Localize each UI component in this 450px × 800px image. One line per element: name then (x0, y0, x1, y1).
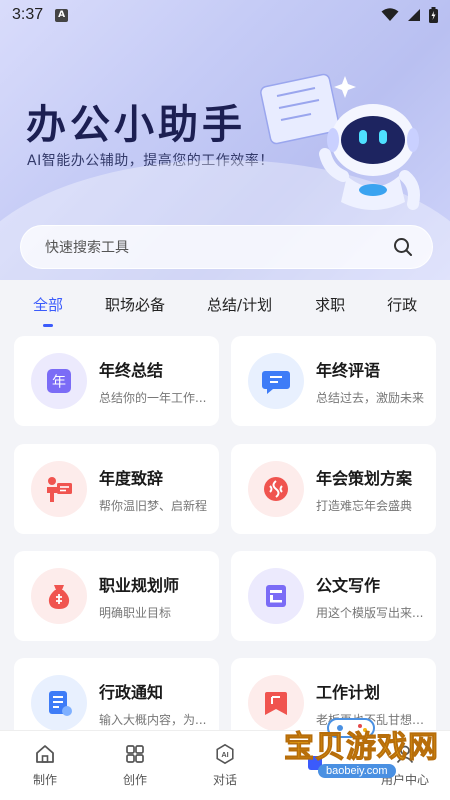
tab-summary-plan[interactable]: 总结/计划 (207, 294, 272, 315)
tab-admin[interactable]: 行政 (387, 294, 417, 315)
card-title: 行政通知 (99, 682, 164, 702)
nav-label: 对话 (212, 773, 237, 787)
robot-mascot-icon (260, 73, 420, 210)
year-calendar-icon: 年 (31, 353, 87, 409)
grid-icon (124, 743, 146, 765)
card-description: 输入大概内容，为... (99, 712, 207, 727)
tab-all[interactable]: 全部 (33, 294, 63, 315)
card-title: 年度致辞 (99, 468, 164, 488)
battery-icon (429, 7, 438, 23)
app-subtitle: AI智能办公辅助，提高您的工作效率！ (27, 153, 274, 169)
notification-icon: A (55, 8, 69, 22)
tab-job-hunting[interactable]: 求职 (315, 294, 345, 315)
svg-text:AI: AI (221, 750, 228, 759)
speech-podium-icon (31, 461, 87, 517)
watermark-text: 宝贝游戏网 (284, 730, 439, 766)
card-title: 年终评语 (316, 360, 381, 380)
card-description: 用这个模版写出来... (316, 605, 424, 620)
watermark-url: baobeiy.com (318, 764, 396, 778)
tool-card-career-planner[interactable]: 职业规划师 明确职业目标 (14, 551, 219, 641)
home-icon (34, 743, 56, 765)
wifi-icon (381, 8, 399, 21)
app-title: 办公小助手 (26, 102, 246, 148)
celebration-icon (248, 461, 304, 517)
comment-icon (248, 353, 304, 409)
status-bar: 3:37 A (0, 0, 450, 30)
watermark-logo: 宝贝游戏网 baobeiy.com (268, 718, 450, 796)
card-description: 帮你温旧梦、启新程 (99, 498, 208, 513)
status-time: 3:37 (12, 6, 44, 23)
tool-card-year-comment[interactable]: 年终评语 总结过去，激励未来 (231, 336, 436, 426)
card-title: 年会策划方案 (316, 468, 413, 488)
search-input[interactable]: 快速搜索工具 (45, 237, 392, 257)
tool-card-year-summary[interactable]: 年 年终总结 总结你的一年工作... (14, 336, 219, 426)
document-icon (248, 568, 304, 624)
category-tabs: 全部 职场必备 总结/计划 求职 行政 (0, 280, 450, 330)
career-bag-icon (31, 568, 87, 624)
card-title: 年终总结 (99, 360, 164, 380)
tool-card-annual-party[interactable]: 年会策划方案 打造难忘年会盛典 (231, 444, 436, 534)
card-title: 公文写作 (316, 575, 381, 595)
nav-create[interactable]: 创作 (90, 731, 180, 800)
notice-icon (31, 675, 87, 731)
tool-card-annual-speech[interactable]: 年度致辞 帮你温旧梦、启新程 (14, 444, 219, 534)
svg-text:年: 年 (52, 375, 66, 391)
nav-label: 创作 (122, 773, 147, 787)
card-description: 总结过去，激励未来 (316, 390, 425, 405)
card-description: 总结你的一年工作... (99, 390, 207, 405)
card-title: 职业规划师 (99, 575, 180, 595)
card-title: 工作计划 (316, 682, 381, 702)
card-description: 明确职业目标 (99, 605, 172, 620)
search-icon[interactable] (392, 236, 414, 258)
nav-make[interactable]: 制作 (0, 731, 90, 800)
signal-icon (408, 9, 420, 21)
nav-label: 制作 (32, 773, 57, 787)
tab-workplace[interactable]: 职场必备 (105, 294, 165, 315)
ai-chat-icon: AI (214, 743, 236, 765)
search-bar[interactable]: 快速搜索工具 (20, 225, 433, 269)
nav-chat[interactable]: AI 对话 (180, 731, 270, 800)
card-description: 打造难忘年会盛典 (316, 498, 413, 513)
tool-card-official-writing[interactable]: 公文写作 用这个模版写出来... (231, 551, 436, 641)
